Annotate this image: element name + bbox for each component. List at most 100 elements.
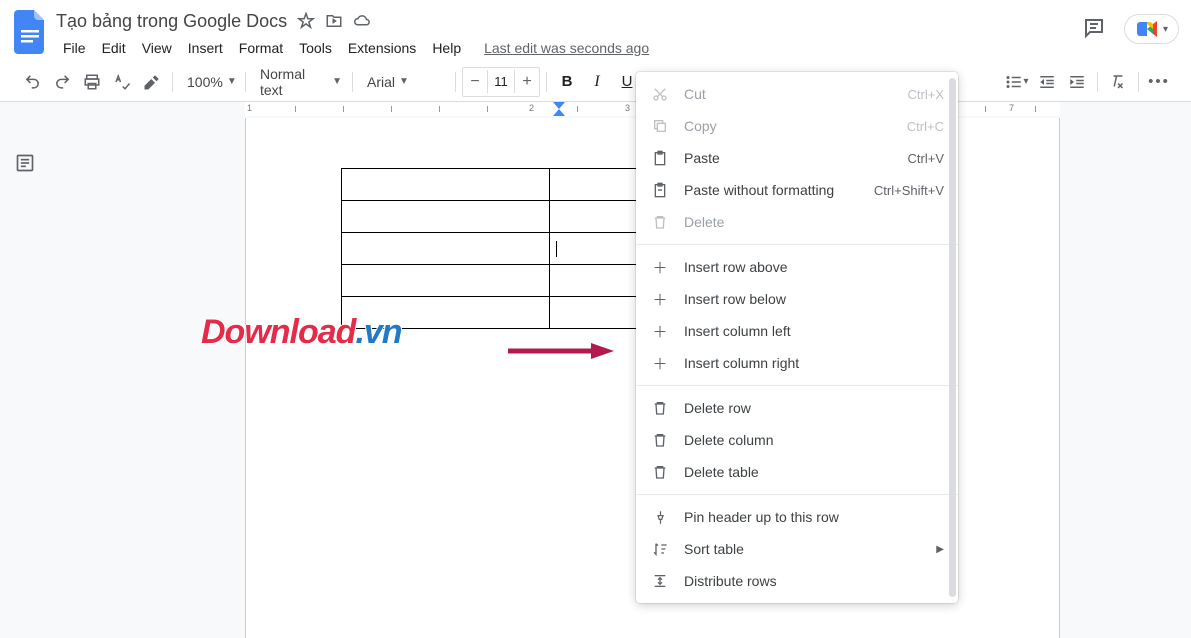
italic-button[interactable]: I	[583, 68, 611, 96]
menu-tools[interactable]: Tools	[292, 36, 339, 60]
cut-icon	[650, 86, 670, 102]
ruler-mark: 7	[1009, 103, 1014, 113]
font-size-dec[interactable]: −	[463, 68, 487, 96]
docs-logo-icon[interactable]	[12, 8, 48, 56]
move-icon[interactable]	[325, 12, 343, 30]
distribute-icon	[650, 573, 670, 589]
print-button[interactable]	[78, 68, 106, 96]
separator	[245, 72, 246, 92]
ctx-cut: Cut Ctrl+X	[636, 78, 958, 110]
spellcheck-button[interactable]	[108, 68, 136, 96]
separator	[546, 72, 547, 92]
text-cursor	[556, 241, 557, 257]
bold-button[interactable]: B	[553, 68, 581, 96]
chevron-down-icon: ▼	[227, 76, 237, 87]
separator	[1097, 72, 1098, 92]
menu-view[interactable]: View	[135, 36, 179, 60]
font-select[interactable]: Arial ▼	[359, 72, 449, 92]
style-select[interactable]: Normal text ▼	[252, 64, 346, 100]
cloud-saved-icon[interactable]	[353, 12, 371, 30]
ctx-paste-plain[interactable]: Paste without formatting Ctrl+Shift+V	[636, 174, 958, 206]
separator	[172, 72, 173, 92]
table-cell[interactable]	[342, 297, 550, 329]
toolbar: 100% ▼ Normal text ▼ Arial ▼ − 11 + B I …	[0, 62, 1191, 102]
separator	[636, 494, 958, 495]
font-size-stepper: − 11 +	[462, 67, 540, 97]
table-cell[interactable]	[342, 201, 550, 233]
paste-plain-icon	[650, 182, 670, 198]
ctx-pin-header[interactable]: Pin header up to this row	[636, 501, 958, 533]
ruler-mark: 2	[529, 103, 534, 113]
menu-file[interactable]: File	[56, 36, 93, 60]
star-icon[interactable]	[297, 12, 315, 30]
ctx-insert-col-left[interactable]: ＋ Insert column left	[636, 315, 958, 347]
separator	[1138, 72, 1139, 92]
context-menu: Cut Ctrl+X Copy Ctrl+C Paste Ctrl+V Past…	[636, 72, 958, 603]
last-edit-link[interactable]: Last edit was seconds ago	[484, 40, 649, 56]
paint-format-button[interactable]	[138, 68, 166, 96]
ctx-paste[interactable]: Paste Ctrl+V	[636, 142, 958, 174]
trash-icon	[650, 214, 670, 230]
ctx-delete-column[interactable]: Delete column	[636, 424, 958, 456]
pin-icon	[650, 510, 670, 525]
font-size-inc[interactable]: +	[515, 68, 539, 96]
separator	[352, 72, 353, 92]
ctx-sort-table[interactable]: Sort table ▶	[636, 533, 958, 565]
doc-title[interactable]: Tạo bảng trong Google Docs	[56, 11, 287, 32]
ctx-insert-col-right[interactable]: ＋ Insert column right	[636, 347, 958, 379]
decrease-indent-button[interactable]	[1033, 68, 1061, 96]
table-cell[interactable]	[342, 265, 550, 297]
trash-icon	[650, 432, 670, 448]
menu-insert[interactable]: Insert	[181, 36, 230, 60]
chevron-down-icon: ▾	[1163, 24, 1168, 35]
menu-format[interactable]: Format	[232, 36, 290, 60]
separator	[455, 72, 456, 92]
outline-icon[interactable]	[15, 153, 35, 638]
trash-icon	[650, 464, 670, 480]
left-sidebar	[0, 118, 50, 638]
clear-formatting-button[interactable]	[1104, 68, 1132, 96]
ctx-delete-table[interactable]: Delete table	[636, 456, 958, 488]
plus-icon: ＋	[650, 289, 670, 310]
menu-extensions[interactable]: Extensions	[341, 36, 423, 60]
paste-icon	[650, 150, 670, 166]
plus-icon: ＋	[650, 353, 670, 374]
ctx-distribute-rows[interactable]: Distribute rows	[636, 565, 958, 597]
font-size-value[interactable]: 11	[487, 70, 515, 93]
copy-icon	[650, 118, 670, 134]
sort-icon	[650, 541, 670, 557]
table-cell[interactable]	[342, 169, 550, 201]
page-container: Download.vn	[50, 118, 1191, 638]
indent-marker-icon[interactable]	[553, 102, 565, 116]
chevron-right-icon: ▶	[936, 544, 944, 555]
header-right: ▾	[1082, 14, 1179, 44]
ctx-copy: Copy Ctrl+C	[636, 110, 958, 142]
work-area: Download.vn	[0, 118, 1191, 638]
ruler-mark: 3	[625, 103, 630, 113]
chevron-down-icon: ▼	[399, 76, 409, 87]
ctx-insert-row-below[interactable]: ＋ Insert row below	[636, 283, 958, 315]
ctx-delete: Delete	[636, 206, 958, 238]
font-value: Arial	[367, 74, 395, 90]
zoom-select[interactable]: 100% ▼	[179, 72, 239, 92]
separator	[636, 244, 958, 245]
bulleted-list-button[interactable]: ▾	[1003, 68, 1031, 96]
increase-indent-button[interactable]	[1063, 68, 1091, 96]
ctx-delete-row[interactable]: Delete row	[636, 392, 958, 424]
ctx-insert-row-above[interactable]: ＋ Insert row above	[636, 251, 958, 283]
meet-button[interactable]: ▾	[1124, 14, 1179, 44]
undo-button[interactable]	[18, 68, 46, 96]
comments-icon[interactable]	[1082, 16, 1106, 43]
table-cell[interactable]	[342, 233, 550, 265]
title-area: Tạo bảng trong Google Docs File Edit Vie…	[56, 8, 1082, 62]
redo-button[interactable]	[48, 68, 76, 96]
plus-icon: ＋	[650, 257, 670, 278]
trash-icon	[650, 400, 670, 416]
arrow-annotation	[506, 341, 616, 364]
separator	[636, 385, 958, 386]
ruler-mark: 1	[247, 103, 252, 113]
menu-edit[interactable]: Edit	[95, 36, 133, 60]
more-button[interactable]: •••	[1145, 68, 1173, 96]
ruler-area: 1 2 3 7	[0, 102, 1191, 118]
menu-help[interactable]: Help	[425, 36, 468, 60]
